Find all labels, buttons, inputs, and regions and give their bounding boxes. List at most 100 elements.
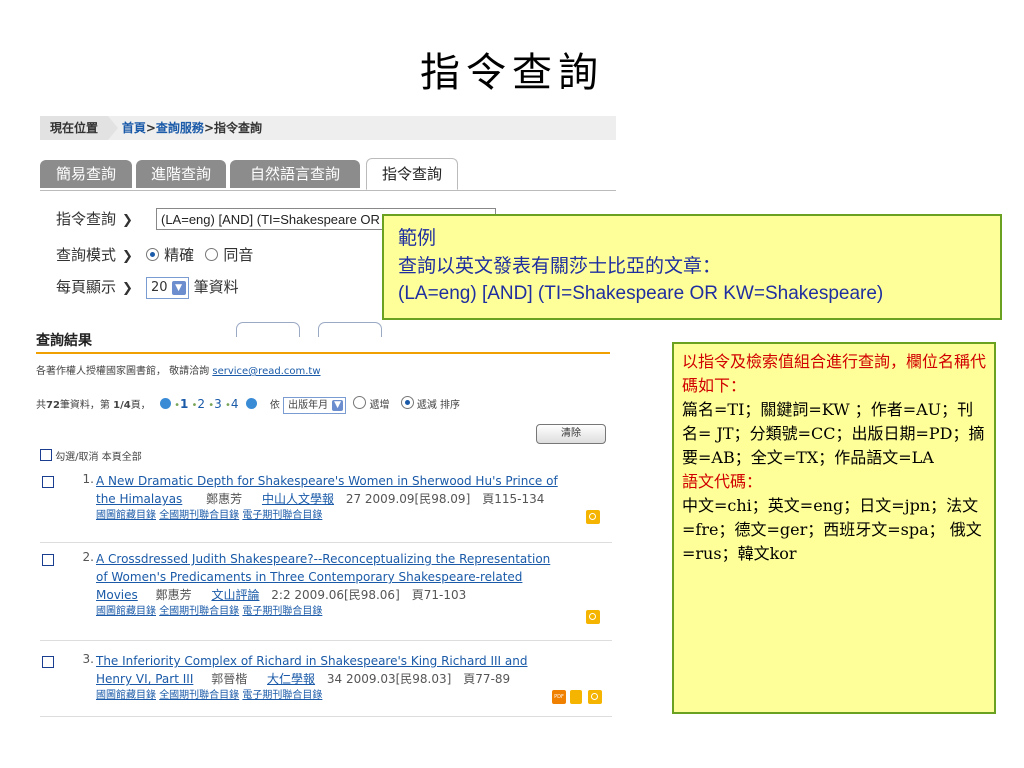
tab-command-search[interactable]: 指令查詢 <box>366 158 458 190</box>
chevron-right-icon: ❯ <box>122 213 133 228</box>
example-description: 查詢以英文發表有關莎士比亞的文章： <box>398 255 722 277</box>
result-journal-link[interactable]: 中山人文學報 <box>262 492 334 506</box>
tab-simple-search[interactable]: 簡易查詢 <box>40 160 132 188</box>
union-catalog-link[interactable]: 全國期刊聯合目錄 <box>159 510 239 521</box>
ejournal-catalog-link[interactable]: 電子期刊聯合目錄 <box>242 510 322 521</box>
result-number: 2. <box>82 550 94 564</box>
result-journal-link[interactable]: 文山評論 <box>211 588 259 602</box>
field-codes-callout: 以指令及檢索值組合進行查詢，欄位名稱代碼如下： 篇名=TI；關鍵詞=KW ；作者… <box>672 342 996 714</box>
union-catalog-link[interactable]: 全國期刊聯合目錄 <box>159 606 239 617</box>
library-catalog-link[interactable]: 國圖館藏目錄 <box>96 690 156 701</box>
breadcrumb-service-link[interactable]: 查詢服務 <box>156 121 204 135</box>
breadcrumb: 現在位置 首頁>查詢服務>指令查詢 <box>40 116 616 140</box>
sort-field-select[interactable]: 出版年月 ▼ <box>283 396 347 414</box>
mode-exact-label: 精確 <box>164 246 195 264</box>
tab-natural-language-search[interactable]: 自然語言查詢 <box>230 160 360 188</box>
breadcrumb-home-link[interactable]: 首頁 <box>122 121 146 135</box>
field-codes-list: 篇名=TI；關鍵詞=KW ；作者=AU；刊名= JT；分類號=CC；出版日期=P… <box>682 400 985 467</box>
mode-label: 查詢模式 <box>56 246 117 264</box>
pdf-icon[interactable]: PDF <box>552 690 566 704</box>
language-codes-heading: 語文代碼： <box>682 472 763 491</box>
chevron-right-icon: ❯ <box>122 249 133 264</box>
mode-exact-option[interactable]: 精確 <box>146 245 194 264</box>
breadcrumb-label: 現在位置 <box>40 116 109 140</box>
field-codes-heading: 以指令及檢索值組合進行查詢，欄位名稱代碼如下： <box>682 352 987 395</box>
page-3[interactable]: 3 <box>214 397 222 411</box>
chevron-down-icon[interactable]: ▼ <box>332 399 344 411</box>
result-checkbox[interactable] <box>42 656 54 668</box>
perpage-label: 每頁顯示 <box>56 278 117 296</box>
chevron-right-icon: ❯ <box>122 281 133 296</box>
result-journal-link[interactable]: 大仁學報 <box>267 672 315 686</box>
results-pager: 共72筆資料，第 1/4頁， •1 •2 •3 •4 依 出版年月 ▼ 遞增 遞減… <box>36 396 460 414</box>
result-number: 1. <box>82 472 94 486</box>
page-4[interactable]: 4 <box>231 397 239 411</box>
library-catalog-link[interactable]: 國圖館藏目錄 <box>96 510 156 521</box>
result-number: 3. <box>82 652 94 666</box>
sort-by-label: 依 <box>269 400 280 411</box>
sort-desc-label: 遞減 <box>416 400 437 411</box>
count-page: 1/4 <box>113 400 131 411</box>
command-row: 指令查詢 ❯ <box>56 208 133 229</box>
clear-button[interactable]: 清除 <box>536 424 606 444</box>
result-meta: 34 2009.03[民98.03] 頁77-89 <box>326 672 511 686</box>
result-meta: 2:2 2009.06[民98.06] 頁71-103 <box>271 588 467 602</box>
breadcrumb-arrow-icon <box>108 116 119 140</box>
count-suffix: 頁， <box>130 400 151 411</box>
sort-asc-radio[interactable] <box>353 396 367 409</box>
ejournal-catalog-link[interactable]: 電子期刊聯合目錄 <box>242 690 322 701</box>
radio-unselected-icon[interactable] <box>205 248 219 261</box>
result-author: 鄭惠芳 <box>155 588 192 602</box>
library-catalog-link[interactable]: 國圖館藏目錄 <box>96 606 156 617</box>
page-2[interactable]: 2 <box>197 397 205 411</box>
example-callout: 範例 查詢以英文發表有關莎士比亞的文章： (LA=eng) [AND] (TI=… <box>382 214 1002 320</box>
sort-suffix: 排序 <box>440 400 461 411</box>
search-icon[interactable] <box>588 690 602 704</box>
union-catalog-link[interactable]: 全國期刊聯合目錄 <box>159 690 239 701</box>
ejournal-catalog-link[interactable]: 電子期刊聯合目錄 <box>242 606 322 617</box>
results-title: 查詢結果 <box>36 330 610 354</box>
divider <box>40 716 612 717</box>
chevron-down-icon[interactable]: ▼ <box>171 280 186 295</box>
count-prefix: 共 <box>36 400 46 411</box>
prev-page-icon[interactable] <box>159 398 171 409</box>
sort-desc-radio[interactable] <box>400 396 414 409</box>
result-meta: 27 2009.09[民98.09] 頁115-134 <box>345 492 545 506</box>
result-author: 鄭惠芳 <box>206 492 243 506</box>
slide-title: 指令查詢 <box>420 50 604 96</box>
sort-asc-label: 遞增 <box>369 400 390 411</box>
radio-selected-icon[interactable] <box>146 248 160 261</box>
sort-field-value: 出版年月 <box>288 399 329 411</box>
result-checkbox[interactable] <box>42 476 54 488</box>
divider <box>40 542 612 543</box>
command-label: 指令查詢 <box>56 210 117 228</box>
search-icon[interactable] <box>586 510 600 524</box>
divider <box>40 640 612 641</box>
search-icon[interactable] <box>586 610 600 624</box>
result-author: 郭晉楷 <box>211 672 248 686</box>
service-email-link[interactable]: service@read.com.tw <box>212 366 320 377</box>
next-page-icon[interactable] <box>245 398 257 409</box>
select-all-row: 勾選/取消 本頁全部 <box>40 448 142 463</box>
breadcrumb-separator: > <box>145 121 156 135</box>
perpage-row: 每頁顯示 ❯ 20 ▼ 筆資料 <box>56 276 239 299</box>
mode-row: 查詢模式 ❯ 精確 同音 <box>56 244 253 265</box>
page-1[interactable]: 1 <box>180 397 188 411</box>
document-icon[interactable] <box>570 690 582 704</box>
result-catalog-links: 國圖館藏目錄 全國期刊聯合目錄 電子期刊聯合目錄 <box>96 508 612 524</box>
result-checkbox[interactable] <box>42 554 54 566</box>
perpage-select[interactable]: 20 ▼ <box>146 276 189 299</box>
example-command: (LA=eng) [AND] (TI=Shakespeare OR KW=Sha… <box>398 283 884 304</box>
example-heading: 範例 <box>398 227 437 249</box>
count-total: 72 <box>46 400 60 411</box>
search-tabs: 簡易查詢 進階查詢 自然語言查詢 指令查詢 <box>40 158 616 191</box>
breadcrumb-separator: > <box>203 121 214 135</box>
select-all-checkbox[interactable] <box>40 449 52 461</box>
select-all-label: 勾選/取消 本頁全部 <box>55 452 142 463</box>
language-codes-list: 中文=chi；英文=eng；日文=jpn；法文=fre；德文=ger；西班牙文=… <box>682 496 982 563</box>
tab-advanced-search[interactable]: 進階查詢 <box>136 160 226 188</box>
perpage-value: 20 <box>151 279 168 295</box>
perpage-suffix: 筆資料 <box>193 278 239 296</box>
result-catalog-links: 國圖館藏目錄 全國期刊聯合目錄 電子期刊聯合目錄 <box>96 604 612 620</box>
mode-homophone-option[interactable]: 同音 <box>205 245 253 264</box>
